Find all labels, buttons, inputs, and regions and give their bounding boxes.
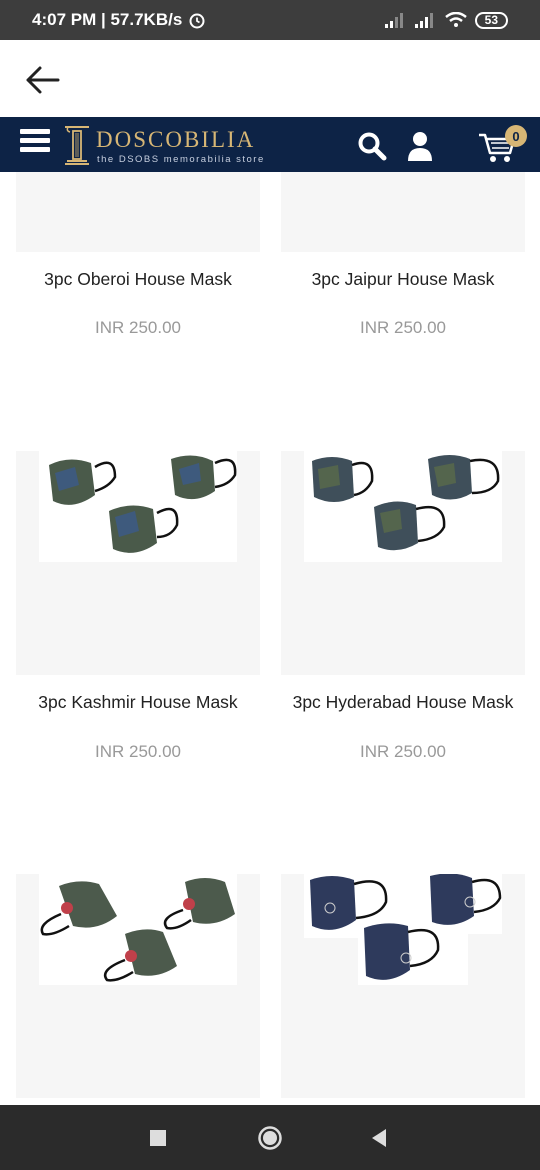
brand-tagline: the DSOBS memorabilia store bbox=[97, 154, 265, 165]
product-title[interactable]: 3pc Jaipur House Mask bbox=[281, 269, 525, 290]
brand-logo[interactable]: DOSCOBILIA the DSOBS memorabilia store bbox=[62, 121, 265, 169]
status-time-speed: 4:07 PM | 57.7KB/s bbox=[32, 10, 183, 29]
search-icon[interactable] bbox=[357, 131, 387, 161]
mask-photo bbox=[304, 451, 502, 562]
product-image[interactable] bbox=[16, 451, 260, 675]
mask-photo bbox=[39, 451, 237, 562]
back-button[interactable] bbox=[22, 60, 62, 100]
product-image[interactable] bbox=[281, 873, 525, 1098]
product-price: INR 250.00 bbox=[95, 318, 181, 337]
camo-mask-image bbox=[49, 455, 237, 553]
alarm-icon bbox=[189, 13, 205, 29]
mask-photo bbox=[304, 873, 502, 985]
triangle-back-icon[interactable] bbox=[370, 1128, 388, 1148]
brand-name: DOSCOBILIA bbox=[96, 127, 256, 152]
battery-indicator: 53 bbox=[474, 11, 508, 29]
camo-mask-image bbox=[312, 455, 500, 551]
system-nav-bar bbox=[0, 1105, 540, 1170]
product-image[interactable] bbox=[16, 874, 260, 1098]
back-arrow-icon bbox=[26, 66, 60, 94]
wifi-icon bbox=[444, 12, 467, 27]
product-title[interactable]: 3pc Oberoi House Mask bbox=[16, 269, 260, 290]
signal-icon-1 bbox=[384, 13, 403, 28]
product-image[interactable] bbox=[281, 172, 525, 252]
circle-icon[interactable] bbox=[257, 1125, 283, 1151]
product-price: INR 250.00 bbox=[95, 742, 181, 761]
cart-count-badge: 0 bbox=[505, 125, 527, 147]
navy-mask-image bbox=[304, 873, 502, 985]
product-image[interactable] bbox=[281, 451, 525, 675]
mask-photo bbox=[39, 874, 237, 985]
pillar-logo-icon bbox=[65, 126, 89, 165]
camo-mask-image bbox=[40, 878, 235, 982]
user-icon[interactable] bbox=[406, 130, 434, 162]
product-grid: 3pc Oberoi House Mask INR 250.00 3pc Jai… bbox=[0, 172, 540, 1105]
signal-icon-2 bbox=[414, 13, 433, 28]
product-title[interactable]: 3pc Kashmir House Mask bbox=[16, 692, 260, 713]
status-bar: 4:07 PM | 57.7KB/s 53 bbox=[0, 0, 540, 40]
square-icon[interactable] bbox=[149, 1129, 167, 1147]
product-price: INR 250.00 bbox=[360, 318, 446, 337]
site-header: DOSCOBILIA the DSOBS memorabilia store bbox=[0, 117, 540, 172]
product-price: INR 250.00 bbox=[360, 742, 446, 761]
app-bar bbox=[0, 40, 540, 117]
hamburger-menu-icon[interactable] bbox=[20, 129, 50, 159]
product-title[interactable]: 3pc Hyderabad House Mask bbox=[281, 692, 525, 713]
product-image[interactable] bbox=[16, 172, 260, 252]
